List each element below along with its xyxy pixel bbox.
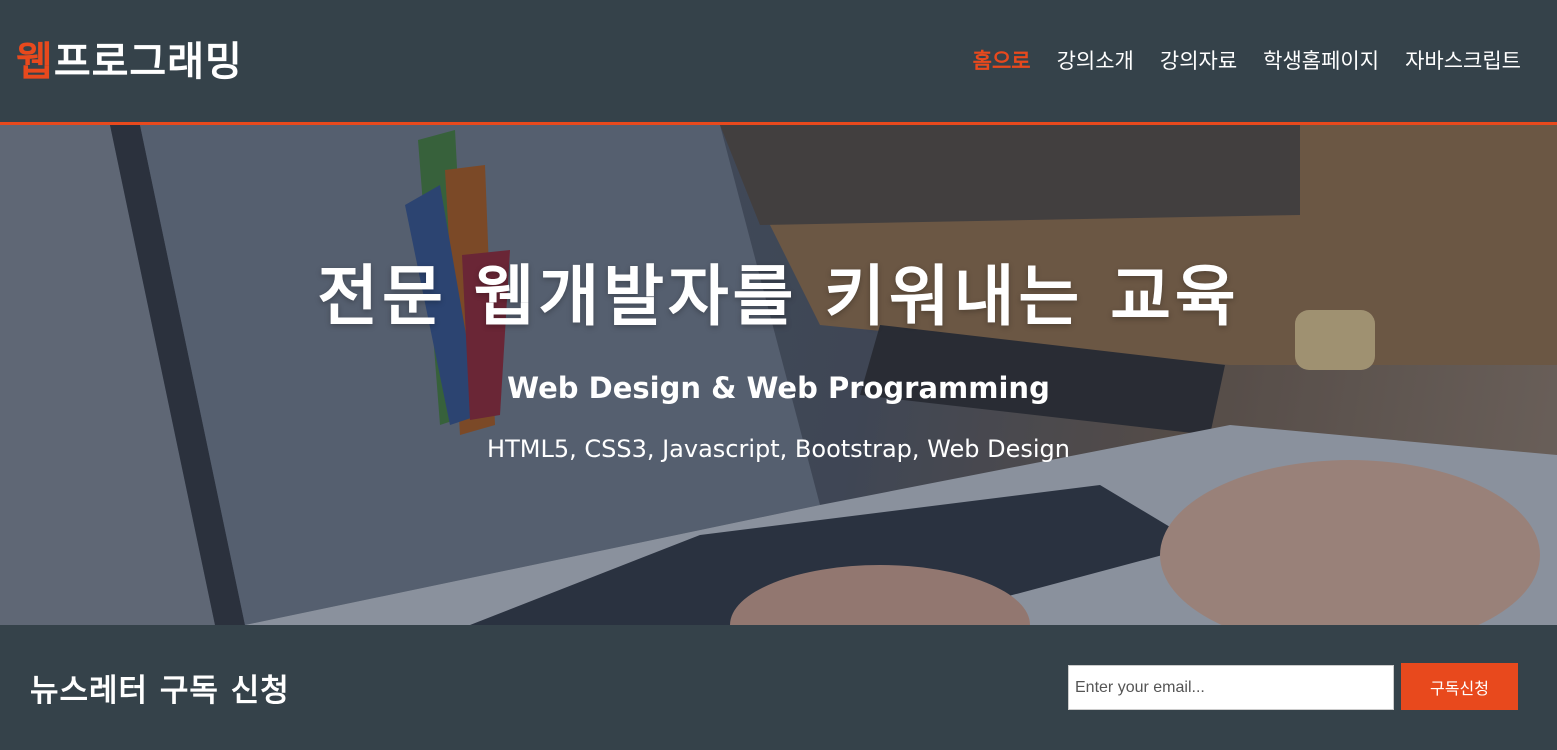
- logo-text: 프로그래밍: [53, 39, 243, 85]
- hero-tags: HTML5, CSS3, Javascript, Bootstrap, Web …: [487, 435, 1070, 463]
- site-header: 웹프로그래밍 홈으로 강의소개 강의자료 학생홈페이지 자바스크립트: [0, 0, 1557, 125]
- main-nav: 홈으로 강의소개 강의자료 학생홈페이지 자바스크립트: [973, 46, 1521, 76]
- site-logo[interactable]: 웹프로그래밍: [16, 38, 243, 86]
- nav-item-home[interactable]: 홈으로: [973, 46, 1031, 76]
- newsletter-title: 뉴스레터 구독 신청: [30, 673, 290, 709]
- hero-title: 전문 웹개발자를 키워내는 교육: [317, 258, 1240, 335]
- nav-item-student-homepage[interactable]: 학생홈페이지: [1263, 46, 1379, 76]
- nav-item-course-intro[interactable]: 강의소개: [1057, 46, 1134, 76]
- nav-item-javascript[interactable]: 자바스크립트: [1405, 46, 1521, 76]
- subscribe-button[interactable]: 구독신청: [1401, 663, 1518, 710]
- email-input[interactable]: [1068, 665, 1394, 710]
- newsletter-section: 뉴스레터 구독 신청 구독신청: [0, 625, 1557, 750]
- hero-section: 전문 웹개발자를 키워내는 교육 Web Design & Web Progra…: [0, 125, 1557, 625]
- logo-accent: 웹: [16, 39, 54, 85]
- nav-item-course-materials[interactable]: 강의자료: [1160, 46, 1237, 76]
- hero-subtitle: Web Design & Web Programming: [507, 371, 1050, 405]
